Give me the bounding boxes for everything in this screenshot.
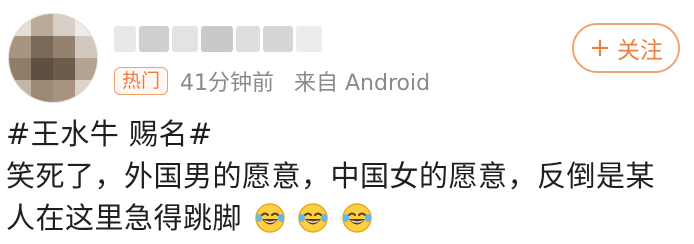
post-text-line-1: 笑死了，外国男的愿意，中国女的愿意，反倒是某 xyxy=(6,159,656,193)
post-text-line-2-text: 人在这里急得跳脚 xyxy=(6,201,243,235)
laughing-tears-emoji xyxy=(254,202,286,234)
post-meta: 热门 41分钟前 来自 Android xyxy=(114,66,430,96)
follow-button[interactable]: + 关注 xyxy=(572,23,680,73)
plus-icon: + xyxy=(589,33,611,63)
laughing-tears-emoji xyxy=(341,202,373,234)
hot-badge: 热门 xyxy=(114,67,169,95)
post-time: 41分钟前 xyxy=(180,71,275,96)
post-text-line-2: 人在这里急得跳脚 xyxy=(6,197,690,239)
follow-label: 关注 xyxy=(616,38,663,64)
weibo-post: 热门 41分钟前 来自 Android + 关注 #王水牛 赐名# 笑死了，外国… xyxy=(0,0,694,244)
avatar[interactable] xyxy=(8,13,98,103)
laughing-tears-emoji xyxy=(297,202,329,234)
hashtag-text[interactable]: #王水牛 赐名# xyxy=(6,113,690,155)
post-content: #王水牛 赐名# 笑死了，外国男的愿意，中国女的愿意，反倒是某 人在这里急得跳脚 xyxy=(6,113,690,239)
post-source: 来自 Android xyxy=(294,71,431,96)
username-censored[interactable] xyxy=(114,22,324,56)
